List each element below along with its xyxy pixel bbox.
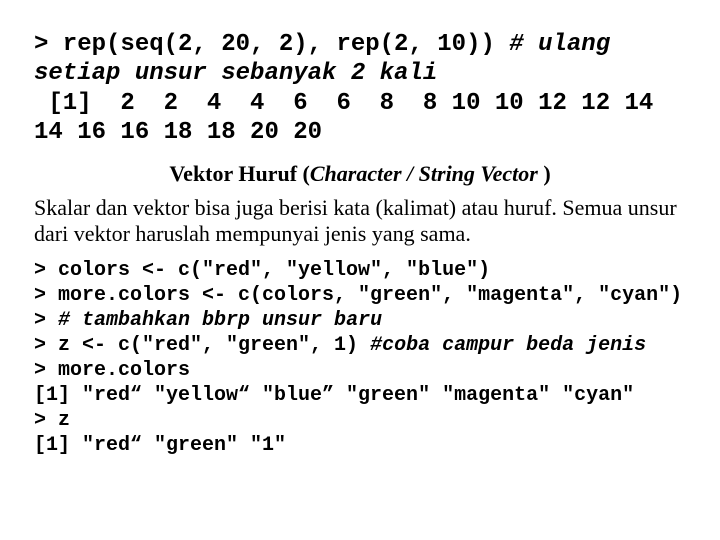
code-line: > z xyxy=(34,409,70,432)
code-output: [1] 2 2 4 4 6 6 8 8 10 10 12 12 14 14 16… xyxy=(34,90,668,146)
code-output: [1] "red“ "yellow“ "blue” "green" "magen… xyxy=(34,384,634,407)
code-line: > xyxy=(34,309,58,332)
heading-part-c: ) xyxy=(543,161,550,186)
paragraph: Skalar dan vektor bisa juga berisi kata … xyxy=(34,195,686,248)
code-line: > colors <- c("red", "yellow", "blue") xyxy=(34,259,490,282)
code-comment: # tambahkan bbrp unsur baru xyxy=(58,309,382,332)
code-comment: #coba campur beda jenis xyxy=(370,334,646,357)
heading-part-a: Vektor Huruf ( xyxy=(169,161,310,186)
section-heading: Vektor Huruf (Character / String Vector … xyxy=(34,161,686,187)
code-block-colors: > colors <- c("red", "yellow", "blue") >… xyxy=(34,258,686,458)
code-line: > more.colors xyxy=(34,359,190,382)
heading-italic: Character / String Vector xyxy=(310,161,543,186)
code-line: > more.colors <- c(colors, "green", "mag… xyxy=(34,284,682,307)
code-line: > z <- c("red", "green", 1) xyxy=(34,334,370,357)
code-command: > rep(seq(2, 20, 2), rep(2, 10)) xyxy=(34,31,509,58)
code-block-rep: > rep(seq(2, 20, 2), rep(2, 10)) # ulang… xyxy=(34,30,686,147)
code-output: [1] "red“ "green" "1" xyxy=(34,434,286,457)
